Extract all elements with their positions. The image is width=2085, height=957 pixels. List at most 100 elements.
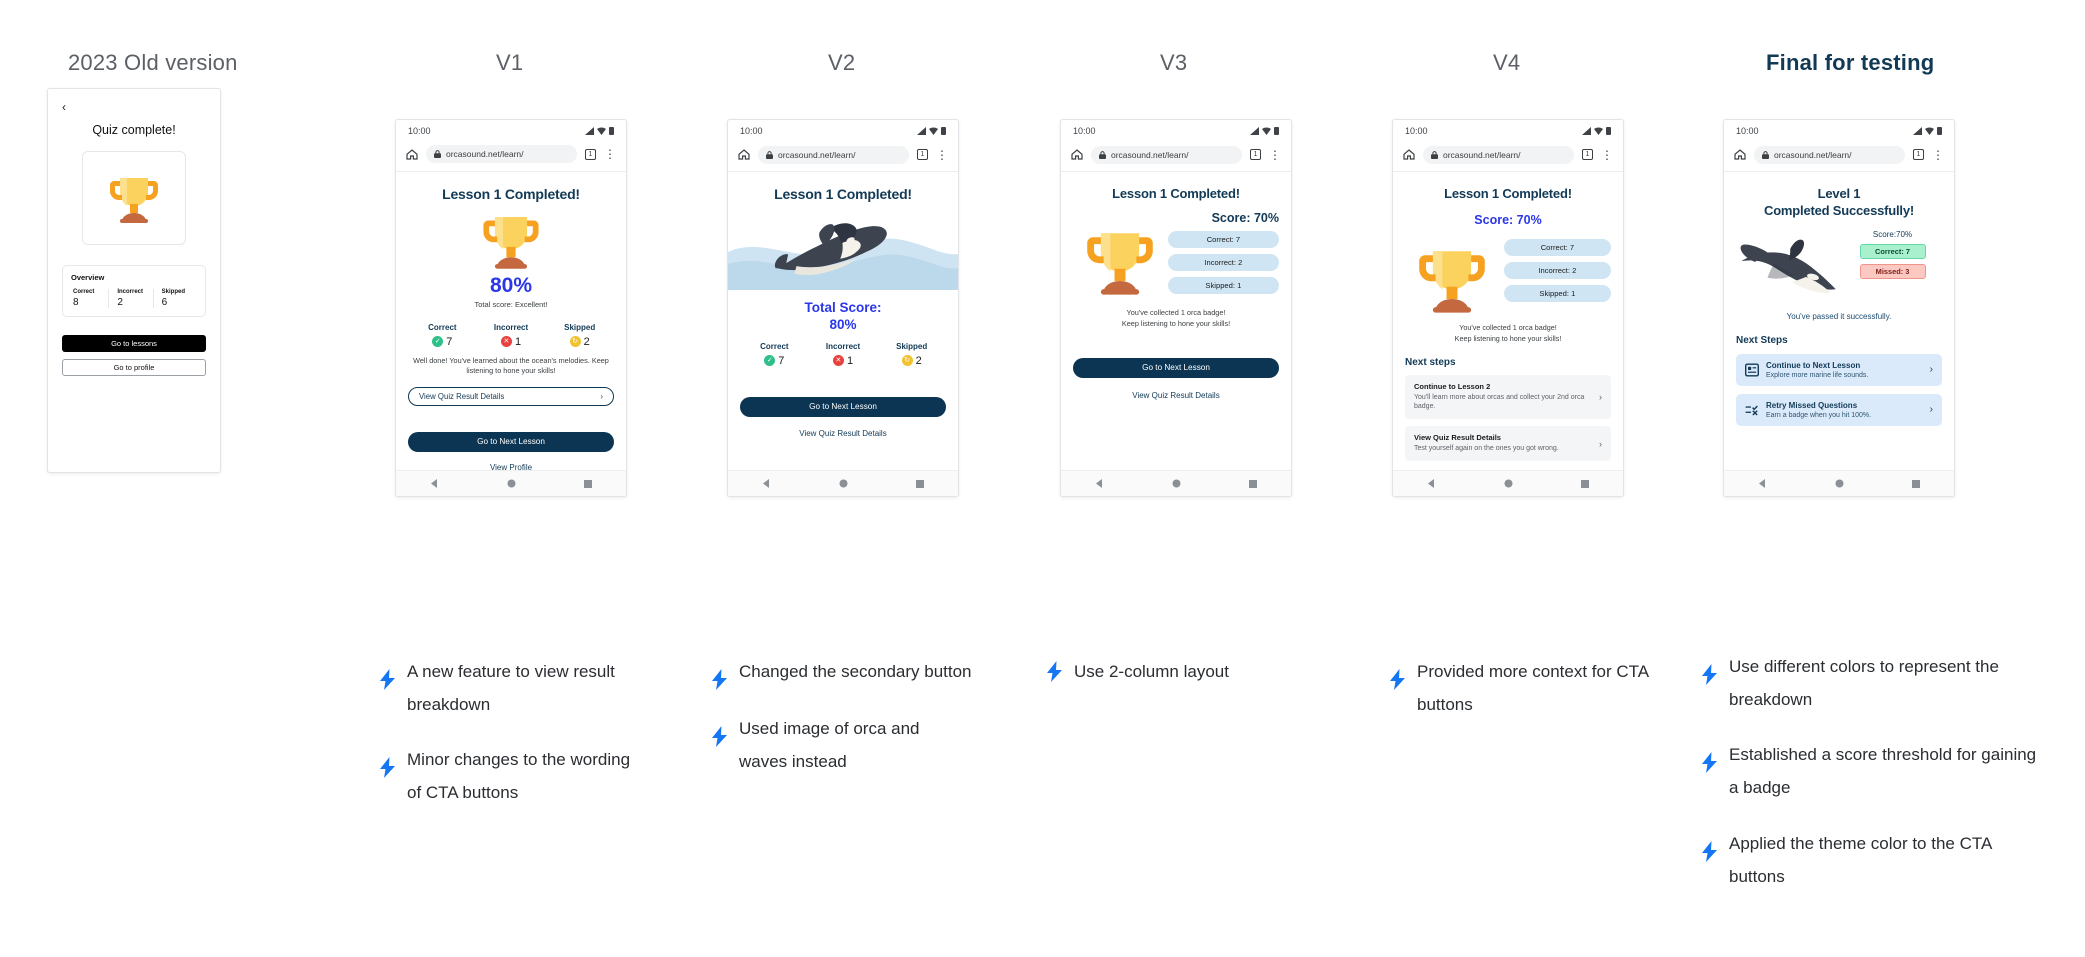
v4-score: Score: 70% (1474, 213, 1542, 227)
android-recents-icon[interactable] (584, 479, 592, 488)
v1-subtitle: Total score: Excellent! (474, 299, 548, 309)
chevron-right-icon: › (1599, 391, 1602, 402)
cta-title: Continue to Next Lesson (1766, 360, 1861, 370)
card-desc: Test yourself again on the ones you got … (1414, 445, 1559, 453)
android-back-icon[interactable] (1427, 479, 1436, 488)
address-bar[interactable]: orcasound.net/learn/ (1754, 145, 1905, 164)
android-back-icon[interactable] (430, 479, 439, 489)
go-to-lessons-button[interactable]: Go to lessons (62, 335, 206, 352)
status-bar: 10:00 (1061, 120, 1291, 142)
note-item: Use 2-column layout (1045, 655, 1315, 688)
browser-chrome: orcasound.net/learn/ 1 ⋮ (1724, 142, 1954, 172)
next-step-card-quiz-details[interactable]: View Quiz Result Details Test yourself a… (1405, 426, 1611, 461)
url-text: orcasound.net/learn/ (1111, 149, 1189, 160)
android-recents-icon[interactable] (1581, 479, 1589, 488)
kebab-menu-icon[interactable]: ⋮ (1601, 149, 1613, 161)
back-chevron-icon[interactable]: ‹ (62, 101, 206, 113)
x-circle-icon: ✕ (500, 336, 512, 348)
cta-continue-next-lesson[interactable]: Continue to Next Lesson Explore more mar… (1736, 353, 1942, 386)
lightning-bolt-icon (1047, 661, 1062, 683)
lock-icon (1431, 150, 1438, 159)
notes-v2: Changed the secondary button Used image … (710, 655, 972, 800)
column-header-v1: V1 (496, 50, 524, 75)
tab-switcher-icon[interactable]: 1 (585, 148, 596, 160)
address-bar[interactable]: orcasound.net/learn/ (758, 145, 909, 164)
url-text: orcasound.net/learn/ (1443, 149, 1521, 160)
tab-switcher-icon[interactable]: 1 (1250, 149, 1261, 160)
android-nav-bar (1724, 470, 1954, 496)
wifi-icon (929, 127, 938, 135)
note-text: Changed the secondary button (739, 662, 972, 681)
badge-correct: Correct: 7 (1859, 243, 1926, 259)
wifi-icon (1262, 127, 1271, 135)
go-to-profile-button[interactable]: Go to profile (62, 359, 206, 376)
details-label: View Quiz Result Details (419, 391, 505, 401)
android-home-icon[interactable] (507, 479, 516, 488)
view-quiz-result-details-link[interactable]: View Quiz Result Details (1073, 391, 1279, 400)
home-icon[interactable] (1734, 149, 1746, 160)
android-home-icon[interactable] (1504, 479, 1513, 488)
browser-chrome: orcasound.net/learn/ 1 ⋮ (728, 142, 958, 172)
screen-v4: 10:00 orcasound.net/learn/ 1 ⋮ Lesson 1 … (1392, 119, 1624, 497)
v3-score: Score: 70% (1211, 211, 1279, 225)
note-item: Established a score threshold for gainin… (1700, 738, 2040, 804)
screen-old-version: ‹ Quiz complete! Overview Correct 8 Inco… (47, 88, 221, 473)
v4-title: Lesson 1 Completed! (1444, 186, 1572, 201)
android-back-icon[interactable] (1758, 479, 1767, 488)
cta-retry-missed-questions[interactable]: Retry Missed Questions Earn a badge when… (1736, 393, 1942, 426)
final-orca-column (1736, 230, 1841, 300)
status-icons (585, 126, 614, 135)
lock-icon (1762, 150, 1769, 159)
view-quiz-result-details-link[interactable]: View Quiz Result Details (740, 429, 946, 438)
screen-v1: 10:00 orcasound.net/learn/ 1 ⋮ Lesson 1 … (395, 119, 627, 497)
check-circle-icon: ✓ (432, 336, 444, 348)
home-icon[interactable] (1403, 149, 1415, 160)
stat-label: Incorrect (117, 289, 144, 295)
android-recents-icon[interactable] (1912, 479, 1920, 488)
tab-switcher-icon[interactable]: 1 (1582, 149, 1593, 160)
kebab-menu-icon[interactable]: ⋮ (936, 149, 948, 161)
android-nav-bar (1061, 470, 1291, 496)
android-recents-icon[interactable] (1249, 479, 1257, 488)
chip-skipped: Skipped: 1 (1503, 285, 1611, 302)
battery-icon (941, 127, 946, 135)
address-bar[interactable]: orcasound.net/learn/ (426, 145, 577, 164)
url-text: orcasound.net/learn/ (1774, 149, 1852, 160)
notes-v3: Use 2-column layout (1045, 655, 1315, 710)
android-back-icon[interactable] (762, 479, 771, 488)
next-step-card-lesson2[interactable]: Continue to Lesson 2 You'll learn more a… (1405, 374, 1611, 420)
home-icon[interactable] (1071, 149, 1083, 160)
go-to-next-lesson-button[interactable]: Go to Next Lesson (740, 396, 946, 417)
cta-desc: Earn a badge when you hit 100%. (1766, 411, 1872, 419)
screen-v2: 10:00 orcasound.net/learn/ 1 ⋮ Lesson 1 … (727, 119, 959, 497)
view-quiz-result-details-button[interactable]: View Quiz Result Details › (408, 386, 614, 406)
address-bar[interactable]: orcasound.net/learn/ (1423, 145, 1574, 164)
trophy-icon (483, 216, 539, 269)
android-back-icon[interactable] (1095, 479, 1104, 488)
tab-switcher-icon[interactable]: 1 (1913, 149, 1924, 160)
address-bar[interactable]: orcasound.net/learn/ (1091, 145, 1242, 164)
stat-value: 1 (846, 354, 854, 367)
android-recents-icon[interactable] (916, 479, 924, 488)
card-desc: You'll learn more about orcas and collec… (1414, 393, 1585, 411)
view-profile-link[interactable]: View Profile (408, 463, 614, 470)
retry-quiz-icon (1745, 405, 1758, 416)
home-icon[interactable] (738, 149, 750, 160)
stat-value: 1 (514, 335, 522, 348)
android-home-icon[interactable] (1172, 479, 1181, 488)
go-to-next-lesson-button[interactable]: Go to Next Lesson (1073, 357, 1279, 378)
android-home-icon[interactable] (1835, 479, 1844, 488)
note-text: Applied the theme color to the CTA butto… (1729, 833, 1992, 886)
kebab-menu-icon[interactable]: ⋮ (1932, 149, 1944, 161)
kebab-menu-icon[interactable]: ⋮ (604, 148, 616, 160)
kebab-menu-icon[interactable]: ⋮ (1269, 149, 1281, 161)
note-item: Minor changes to the wording of CTA butt… (378, 743, 633, 809)
android-home-icon[interactable] (839, 479, 848, 488)
signal-icon (585, 126, 594, 135)
tab-switcher-icon[interactable]: 1 (917, 149, 928, 160)
status-time: 10:00 (740, 126, 763, 136)
go-to-next-lesson-button[interactable]: Go to Next Lesson (408, 431, 614, 452)
home-icon[interactable] (406, 149, 418, 160)
note-text: Used image of orca and waves instead (739, 719, 920, 772)
status-bar: 10:00 (1393, 120, 1623, 142)
